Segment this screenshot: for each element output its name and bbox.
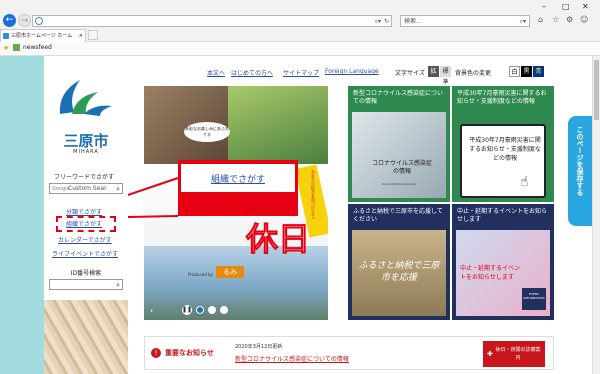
minimize-button[interactable]: – <box>542 2 546 11</box>
gear-icon[interactable]: ⚙ <box>566 15 573 24</box>
site-search-field[interactable]: Google Custom Sear ⌕ <box>49 183 123 194</box>
stone-wall-decoration <box>44 300 128 374</box>
holiday-clinic-label: 休日・夜間の診療案内 <box>495 347 541 361</box>
font-large-button[interactable]: 拡大 <box>428 66 439 86</box>
tile-heavy-rain-title: 平成30年7月豪雨災害に関するお知らせ・支援制度などの情報 <box>457 90 547 105</box>
nav-link-life-event[interactable]: ライフイベントでさがす <box>52 249 118 258</box>
favorites-star-icon[interactable]: ☆ <box>552 15 559 24</box>
important-notice: ! 重要なお知らせ 2020年3月12日更新 新型コロナウイルス感染症についての… <box>144 336 554 370</box>
tile-event-image: 中止・延期するイベントをお知らせします EVENT INFORMATION <box>456 230 550 316</box>
tab-favicon-icon <box>3 33 9 39</box>
tile-furusato-caption: ふるさと納税で三原市を応援 <box>358 261 440 283</box>
save-page-label: このページを保存する <box>576 126 584 196</box>
tile-heavy-rain-caption: 平成30年7月豪雨災害に関するお知らせ・支援制度などの情報 <box>469 137 541 162</box>
tile-heavy-rain[interactable]: 平成30年7月豪雨災害に関するお知らせ・支援制度などの情報 平成30年7月豪雨災… <box>452 86 554 202</box>
page-icon <box>35 17 43 25</box>
tile-event-cancellation[interactable]: 中止・延期するイベントをお知らせします 中止・延期するイベントをお知らせします … <box>452 204 554 320</box>
tile-coronavirus-image: コロナウイルス感染症の情報 Covid-19(Coronavirus) <box>352 112 446 198</box>
tile-event-caption: 中止・延期するイベントをお知らせします <box>460 265 521 281</box>
feed-icon <box>13 44 20 51</box>
forward-arrow-icon: → <box>20 16 29 26</box>
search-dropdown-icon[interactable]: ⌕▾ <box>375 16 381 28</box>
notice-link[interactable]: 新型コロナウイルス感染症についての情報 <box>235 354 349 363</box>
tile-coronavirus-subcaption: Covid-19(Coronavirus) <box>382 182 416 186</box>
notice-label: 重要なお知らせ <box>165 349 214 357</box>
city-logo <box>54 74 116 122</box>
warning-icon: ! <box>151 348 161 358</box>
id-search-label: ID番号検索 <box>70 270 102 277</box>
search-icon[interactable]: ⌕▾ <box>520 16 526 28</box>
tile-furusato-title: ふるさと納税で三原市を応援してください <box>353 208 443 223</box>
nav-link-organization[interactable]: 組織でさがす <box>66 219 102 228</box>
save-page-side-tab[interactable]: このページを保存する <box>568 116 592 226</box>
city-name: 三原市 <box>63 132 109 150</box>
city-name-romaji: MIHARA <box>73 149 99 155</box>
address-bar[interactable]: ⌕▾ ↻ <box>32 15 392 27</box>
back-arrow-icon: ← <box>5 15 14 25</box>
forward-button[interactable]: → <box>18 14 31 27</box>
tile-coronavirus-title: 新型コロナウイルス感染症についての情報 <box>353 90 444 105</box>
pointing-hand-icon: ☝ <box>520 174 529 190</box>
scrollbar-thumb[interactable] <box>594 60 599 120</box>
tile-coronavirus[interactable]: 新型コロナウイルス感染症についての情報 コロナウイルス感染症の情報 Covid-… <box>348 86 450 202</box>
home-icon[interactable]: ⌂ <box>538 15 543 24</box>
tile-event-title: 中止・延期するイベントをお知らせします <box>457 208 548 223</box>
close-button[interactable]: ✕ <box>582 2 589 11</box>
browser-search-box[interactable]: 検索... ⌕▾ <box>400 15 530 27</box>
id-search-field[interactable]: ⌕ <box>49 279 123 290</box>
search-icon[interactable]: ⌕ <box>116 184 120 194</box>
bg-white-button[interactable]: 白 <box>509 66 520 77</box>
refresh-icon[interactable]: ↻ <box>384 16 389 28</box>
site-search-placeholder: Custom Sear <box>68 185 107 192</box>
medical-bag-icon: ✚ <box>487 350 493 358</box>
smiley-icon[interactable]: ☺ <box>580 15 588 24</box>
nav-link-calendar[interactable]: カレンダーでさがす <box>58 235 112 244</box>
browser-tab[interactable]: 三原市ホームページ ホーム × <box>0 29 86 42</box>
main-content: 本文へ はじめての方へ サイトマップ Foreign Language 文字サイ… <box>128 56 592 374</box>
search-input-placeholder: 検索... <box>404 18 422 25</box>
holiday-clinic-button[interactable]: ✚ 休日・夜間の診療案内 <box>483 341 545 367</box>
left-sidebar: 三原市 MIHARA フリーワードでさがす Google Custom Sear… <box>44 56 128 374</box>
tile-furusato-nozei[interactable]: ふるさと納税で三原市を応援してください ふるさと納税で三原市を応援 <box>348 204 450 320</box>
web-page: 三原市 MIHARA フリーワードでさがす Google Custom Sear… <box>0 56 592 374</box>
search-icon[interactable]: ⌕ <box>116 280 120 290</box>
maximize-button[interactable]: □ <box>562 2 570 11</box>
favorites-item[interactable]: newsfeed <box>23 43 52 53</box>
bg-blue-button[interactable]: 青 <box>533 66 544 77</box>
nav-link-category[interactable]: 分類でさがす <box>66 207 102 216</box>
freeword-label: フリーワードでさがす <box>54 174 115 181</box>
tab-close-icon[interactable]: × <box>79 30 83 42</box>
favorites-bar <box>0 42 600 56</box>
favorites-star-icon-small[interactable]: ★ <box>3 44 9 52</box>
background-color-label: 背景色の変更 <box>455 70 492 77</box>
new-tab-button[interactable] <box>88 30 98 40</box>
font-standard-button[interactable]: 標準 <box>440 66 451 86</box>
scrollbar[interactable] <box>592 56 600 374</box>
notice-date: 2020年3月12日更新 <box>235 344 283 350</box>
tile-event-badge: EVENT INFORMATION <box>522 288 546 310</box>
tile-coronavirus-caption: コロナウイルス感染症の情報 <box>372 160 433 175</box>
tile-furusato-image: ふるさと納税で三原市を応援 <box>352 230 446 316</box>
tile-heavy-rain-image: 平成30年7月豪雨災害に関するお知らせ・支援制度などの情報 ☝ <box>460 124 546 198</box>
tab-title: 三原市ホームページ ホーム <box>11 33 73 39</box>
back-button[interactable]: ← <box>3 14 16 27</box>
bg-black-button[interactable]: 黒 <box>521 66 532 77</box>
